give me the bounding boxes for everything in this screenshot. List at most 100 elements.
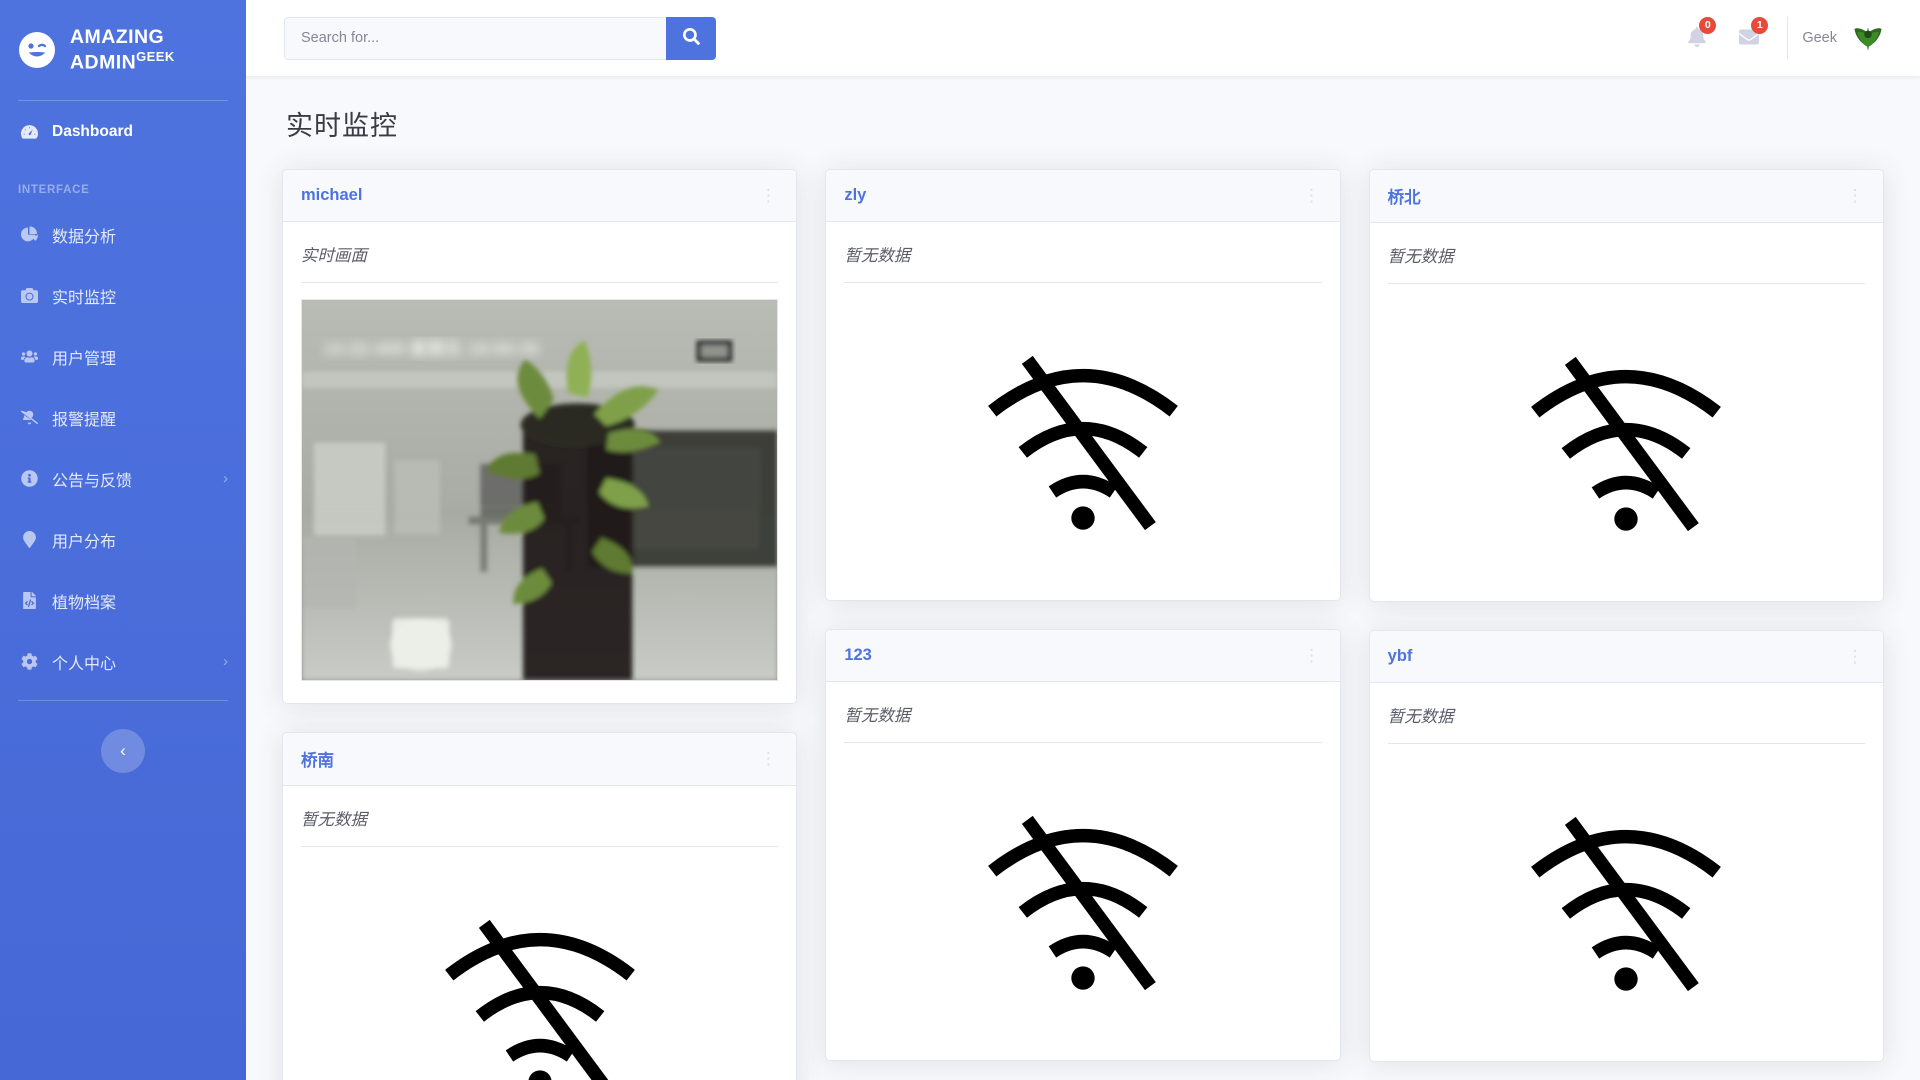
card-body: 实时画面 13-22-409 星期五 18:50:35 bbox=[283, 222, 796, 703]
card-header: michael ⋮ bbox=[283, 170, 797, 222]
monitor-column-2: zly ⋮ 暂无数据 123 ⋮ 暂无数据 bbox=[825, 169, 1341, 1061]
alerts-badge: 0 bbox=[1699, 17, 1717, 34]
sidebar-toggle-button[interactable]: ‹ bbox=[101, 729, 145, 774]
sidebar-item-plant-archive-label: 植物档案 bbox=[52, 594, 117, 612]
card-subtitle-ybf: 暂无数据 bbox=[1387, 703, 1865, 744]
camera-overlay-timestamp: 13-22-409 星期五 18:50:35 bbox=[323, 339, 539, 359]
card-header: zly ⋮ bbox=[826, 170, 1340, 222]
map-marker-icon bbox=[18, 529, 40, 551]
ellipsis-vertical-icon[interactable]: ⋮ bbox=[1845, 186, 1865, 206]
monitor-card-qiaobei[interactable]: 桥北 ⋮ 暂无数据 bbox=[1368, 169, 1884, 602]
gear-icon bbox=[18, 651, 40, 673]
card-body: 暂无数据 bbox=[826, 222, 1339, 600]
plant-leaf-logo-icon bbox=[1850, 20, 1886, 56]
sidebar-item-user-distribution[interactable]: 用户分布 bbox=[0, 509, 246, 570]
smiley-wink-icon bbox=[18, 31, 56, 69]
offline-placeholder bbox=[1388, 760, 1865, 1039]
brand-line-1: Amazing bbox=[70, 26, 165, 48]
wifi-slash-icon bbox=[933, 775, 1233, 1010]
chevron-right-icon: › bbox=[223, 653, 228, 671]
card-header: 桥北 ⋮ bbox=[1369, 170, 1883, 223]
card-title-michael: michael bbox=[301, 186, 363, 204]
monitor-grid: michael ⋮ 实时画面 13-22-409 星期五 18:50:35 桥南… bbox=[282, 169, 1884, 1080]
sidebar-item-user-management[interactable]: 用户管理 bbox=[0, 326, 246, 387]
monitor-card-michael[interactable]: michael ⋮ 实时画面 13-22-409 星期五 18:50:35 bbox=[282, 169, 798, 705]
sidebar-item-alarm-reminder[interactable]: 报警提醒 bbox=[0, 387, 246, 448]
card-subtitle-123: 暂无数据 bbox=[844, 702, 1322, 743]
messages-button[interactable]: 1 bbox=[1723, 0, 1775, 76]
ellipsis-vertical-icon[interactable]: ⋮ bbox=[1845, 647, 1865, 667]
sidebar-item-alarm-reminder-label: 报警提醒 bbox=[52, 411, 117, 429]
card-body: 暂无数据 bbox=[283, 786, 796, 1080]
card-body: 暂无数据 bbox=[1370, 683, 1883, 1061]
sidebar-item-user-management-label: 用户管理 bbox=[52, 350, 117, 368]
ellipsis-vertical-icon[interactable]: ⋮ bbox=[758, 186, 778, 206]
content-wrapper: 0 1 Geek bbox=[246, 0, 1920, 1080]
card-title-qiaobei: 桥北 bbox=[1387, 189, 1421, 207]
search-button[interactable] bbox=[666, 16, 716, 60]
user-menu[interactable]: Geek bbox=[1802, 20, 1898, 56]
wifi-slash-icon bbox=[1476, 316, 1776, 551]
page-title: 实时监控 bbox=[286, 111, 398, 141]
messages-badge: 1 bbox=[1751, 17, 1769, 34]
wifi-slash-icon bbox=[390, 879, 690, 1080]
card-title-zly: zly bbox=[844, 186, 867, 204]
offline-placeholder bbox=[301, 863, 778, 1080]
brand-logo-link[interactable]: Amazing AdminGeek bbox=[0, 0, 246, 100]
search-icon bbox=[682, 28, 700, 48]
chart-pie-icon bbox=[18, 224, 40, 246]
bell-slash-icon bbox=[18, 407, 40, 429]
brand-superscript: Geek bbox=[136, 48, 175, 64]
offline-placeholder bbox=[844, 299, 1321, 578]
page-body: 实时监控 michael ⋮ 实时画面 13-22-409 星期五 18:50:… bbox=[246, 76, 1920, 1080]
ellipsis-vertical-icon[interactable]: ⋮ bbox=[1302, 186, 1322, 206]
card-header: 桥南 ⋮ bbox=[283, 733, 797, 787]
sidebar-item-personal-center-label: 个人中心 bbox=[52, 655, 117, 673]
sidebar-item-data-analysis[interactable]: 数据分析 bbox=[0, 204, 246, 265]
sidebar-item-personal-center[interactable]: 个人中心 › bbox=[0, 631, 246, 692]
ellipsis-vertical-icon[interactable]: ⋮ bbox=[758, 749, 778, 769]
card-subtitle-qiaobei: 暂无数据 bbox=[1387, 243, 1865, 284]
sidebar-item-dashboard[interactable]: Dashboard bbox=[0, 101, 246, 162]
sidebar-item-plant-archive[interactable]: 植物档案 bbox=[0, 570, 246, 631]
camera-stream-michael[interactable]: 13-22-409 星期五 18:50:35 bbox=[301, 299, 779, 682]
topbar-right: 0 1 Geek bbox=[1671, 0, 1898, 76]
camera-icon bbox=[18, 285, 40, 307]
search-form bbox=[284, 16, 716, 60]
sidebar-item-announcements-feedback-label: 公告与反馈 bbox=[52, 472, 133, 490]
chevron-right-icon: › bbox=[223, 470, 228, 488]
card-body: 暂无数据 bbox=[1370, 223, 1883, 601]
users-icon bbox=[18, 346, 40, 368]
sidebar-collapse-wrapper: ‹ bbox=[0, 701, 246, 774]
sidebar-item-dashboard-label: Dashboard bbox=[52, 122, 133, 140]
main-scroll-area[interactable]: 实时监控 michael ⋮ 实时画面 13-22-409 星期五 18:50:… bbox=[246, 76, 1920, 1080]
offline-placeholder bbox=[1388, 300, 1865, 579]
search-input[interactable] bbox=[284, 16, 666, 60]
monitor-card-123[interactable]: 123 ⋮ 暂无数据 bbox=[825, 629, 1341, 1061]
wifi-slash-icon bbox=[1476, 776, 1776, 1011]
tachometer-icon bbox=[18, 121, 40, 143]
alerts-button[interactable]: 0 bbox=[1671, 0, 1723, 76]
topbar-separator bbox=[1787, 17, 1789, 59]
app-root: Amazing AdminGeek Dashboard Interface 数据… bbox=[0, 0, 1920, 1080]
card-header: ybf ⋮ bbox=[1369, 631, 1883, 683]
card-subtitle-qiaonan: 暂无数据 bbox=[301, 806, 779, 848]
monitor-card-qiaonan[interactable]: 桥南 ⋮ 暂无数据 bbox=[282, 732, 798, 1080]
wifi-slash-icon bbox=[933, 315, 1233, 550]
monitor-card-ybf[interactable]: ybf ⋮ 暂无数据 bbox=[1368, 630, 1884, 1062]
card-title-123: 123 bbox=[844, 646, 872, 664]
monitor-column-1: michael ⋮ 实时画面 13-22-409 星期五 18:50:35 桥南… bbox=[282, 169, 798, 1080]
monitor-column-3: 桥北 ⋮ 暂无数据 ybf ⋮ 暂无数据 bbox=[1368, 169, 1884, 1062]
brand-line-2: Admin bbox=[70, 51, 137, 74]
sidebar-item-announcements-feedback[interactable]: 公告与反馈 › bbox=[0, 448, 246, 509]
info-circle-icon bbox=[18, 468, 40, 490]
sidebar: Amazing AdminGeek Dashboard Interface 数据… bbox=[0, 0, 246, 1080]
brand-text: Amazing AdminGeek bbox=[70, 26, 175, 74]
user-name: Geek bbox=[1802, 30, 1837, 46]
sidebar-item-live-monitor[interactable]: 实时监控 bbox=[0, 265, 246, 326]
sidebar-item-user-distribution-label: 用户分布 bbox=[52, 533, 117, 551]
monitor-card-zly[interactable]: zly ⋮ 暂无数据 bbox=[825, 169, 1341, 601]
topbar: 0 1 Geek bbox=[246, 0, 1920, 76]
ellipsis-vertical-icon[interactable]: ⋮ bbox=[1302, 646, 1322, 666]
sidebar-heading-interface: Interface bbox=[18, 184, 90, 197]
